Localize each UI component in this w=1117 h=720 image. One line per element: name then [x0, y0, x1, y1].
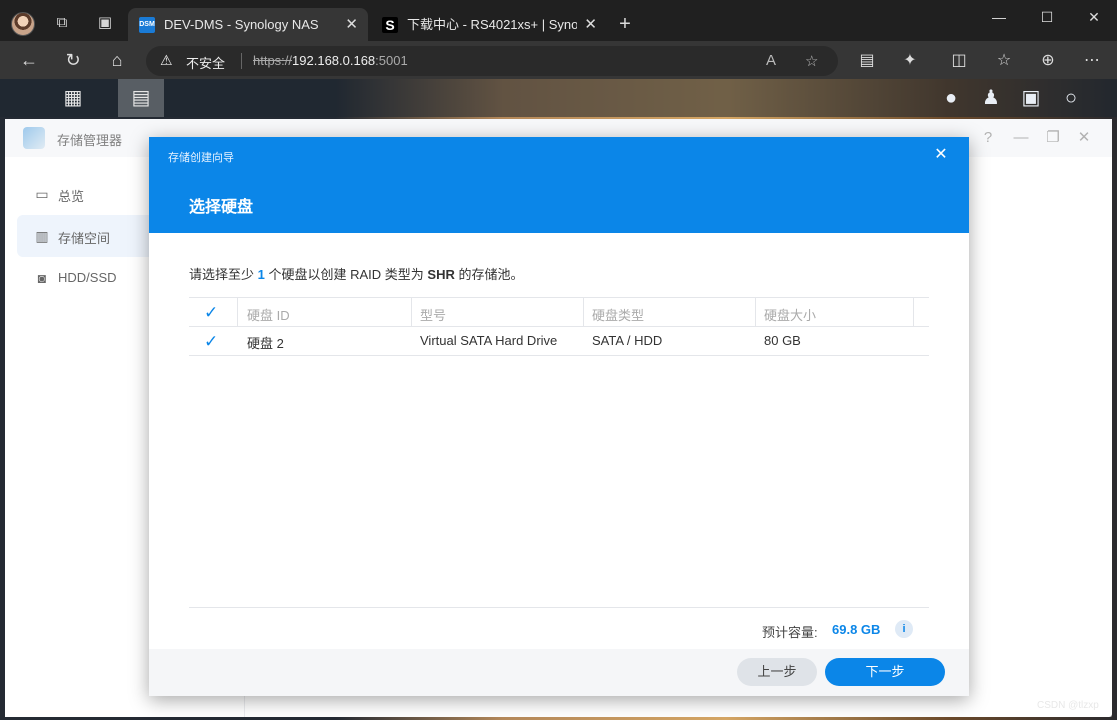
- column-divider: [237, 298, 238, 327]
- tab-dsm[interactable]: DSM DEV-DMS - Synology NAS ✕: [128, 8, 368, 41]
- previous-button[interactable]: 上一步: [737, 658, 817, 686]
- maximize-icon[interactable]: ☐: [1024, 6, 1070, 28]
- user-icon[interactable]: ♟: [976, 83, 1006, 113]
- estimated-capacity-value: 69.8 GB: [832, 622, 881, 637]
- close-icon[interactable]: ✕: [933, 147, 949, 163]
- favorite-star-icon[interactable]: ☆: [805, 52, 818, 70]
- profile-avatar[interactable]: [11, 12, 35, 36]
- dsm-favicon-icon: DSM: [139, 17, 155, 33]
- address-bar[interactable]: ⚠ 不安全 https://192.168.0.168:5001 A ☆: [146, 46, 838, 76]
- dsm-taskbar: ▦ ▤ ● ♟ ▣ ○: [0, 79, 1117, 117]
- widgets-icon[interactable]: ▣: [1016, 83, 1046, 113]
- wizard-step-title: 选择硬盘: [189, 199, 254, 216]
- workspaces-icon[interactable]: ⧉: [52, 13, 72, 33]
- new-tab-icon[interactable]: +: [613, 12, 637, 36]
- column-header-model[interactable]: 型号: [420, 305, 446, 324]
- footer-divider: [189, 607, 929, 608]
- tab-actions-icon[interactable]: ▣: [95, 13, 115, 33]
- wizard-header: 存储创建向导 ✕ 选择硬盘: [149, 137, 969, 233]
- column-header-disk-type[interactable]: 硬盘类型: [592, 305, 644, 324]
- search-icon[interactable]: ○: [1056, 83, 1086, 113]
- synology-favicon-icon: S: [382, 17, 398, 33]
- column-header-disk-size[interactable]: 硬盘大小: [764, 305, 816, 324]
- tab-title: DEV-DMS - Synology NAS: [164, 17, 319, 32]
- wizard-title: 存储创建向导: [168, 152, 234, 164]
- next-button[interactable]: 下一步: [825, 658, 945, 686]
- refresh-icon[interactable]: ↻: [61, 49, 85, 71]
- minimize-icon[interactable]: —: [976, 6, 1022, 28]
- url-divider: [241, 53, 242, 69]
- read-aloud-icon[interactable]: A: [766, 52, 776, 69]
- collections-icon[interactable]: ⊕: [1037, 50, 1059, 72]
- favorites-icon[interactable]: ☆: [993, 50, 1015, 72]
- watermark: CSDN @tlzxp: [1037, 700, 1099, 711]
- home-icon[interactable]: ⌂: [105, 49, 129, 71]
- storage-wizard-dialog: 存储创建向导 ✕ 选择硬盘 请选择至少 1 个硬盘以创建 RAID 类型为 SH…: [149, 137, 969, 696]
- raid-type: SHR: [427, 267, 455, 282]
- more-options-icon[interactable]: ⋯: [1081, 50, 1103, 72]
- storage-manager-taskbar-icon[interactable]: ▤: [118, 79, 164, 117]
- back-icon[interactable]: ←: [17, 49, 41, 71]
- browser-toolbar: ← ↻ ⌂ ⚠ 不安全 https://192.168.0.168:5001 A…: [0, 41, 1117, 79]
- disk-size-cell: 80 GB: [764, 333, 801, 348]
- split-screen-icon[interactable]: ◫: [948, 50, 970, 72]
- translate-icon[interactable]: ▤: [856, 50, 878, 72]
- column-divider: [583, 298, 584, 327]
- disk-type-cell: SATA / HDD: [592, 333, 663, 348]
- table-header: ✓ 硬盘 ID 型号 硬盘类型 硬盘大小: [189, 297, 929, 327]
- tab-close-icon[interactable]: ✕: [345, 8, 358, 41]
- select-all-checkbox[interactable]: ✓: [204, 304, 220, 321]
- tab-close-icon[interactable]: ✕: [584, 8, 597, 41]
- column-divider: [411, 298, 412, 327]
- wizard-button-bar: 上一步 下一步: [149, 649, 969, 696]
- tab-title: 下载中心 - RS4021xs+ | Synology: [407, 17, 577, 32]
- chat-icon[interactable]: ●: [936, 83, 966, 113]
- info-icon[interactable]: i: [895, 620, 913, 638]
- tab-download-center[interactable]: S 下载中心 - RS4021xs+ | Synology ✕: [371, 8, 607, 41]
- table-row[interactable]: ✓ 硬盘 2 Virtual SATA Hard Drive SATA / HD…: [189, 327, 929, 356]
- disk-model-cell: Virtual SATA Hard Drive: [420, 333, 558, 348]
- column-divider: [755, 298, 756, 327]
- extensions-icon[interactable]: ✦: [899, 50, 921, 72]
- window-close-icon[interactable]: ✕: [1071, 6, 1117, 28]
- estimated-capacity-label: 预计容量:: [762, 625, 818, 640]
- disk-id-cell: 硬盘 2: [247, 336, 284, 351]
- url-text[interactable]: https://192.168.0.168:5001: [253, 53, 408, 68]
- column-header-disk-id[interactable]: 硬盘 ID: [247, 305, 290, 324]
- main-menu-icon[interactable]: ▦: [50, 79, 96, 117]
- min-disk-count: 1: [257, 267, 265, 282]
- wizard-description: 请选择至少 1 个硬盘以创建 RAID 类型为 SHR 的存储池。: [189, 267, 524, 282]
- row-checkbox[interactable]: ✓: [204, 333, 220, 350]
- security-label[interactable]: 不安全: [186, 53, 225, 72]
- column-divider: [913, 298, 914, 327]
- warning-icon[interactable]: ⚠: [160, 52, 173, 69]
- browser-tabbar: ⧉ ▣ DSM DEV-DMS - Synology NAS ✕ S 下载中心 …: [0, 0, 1117, 41]
